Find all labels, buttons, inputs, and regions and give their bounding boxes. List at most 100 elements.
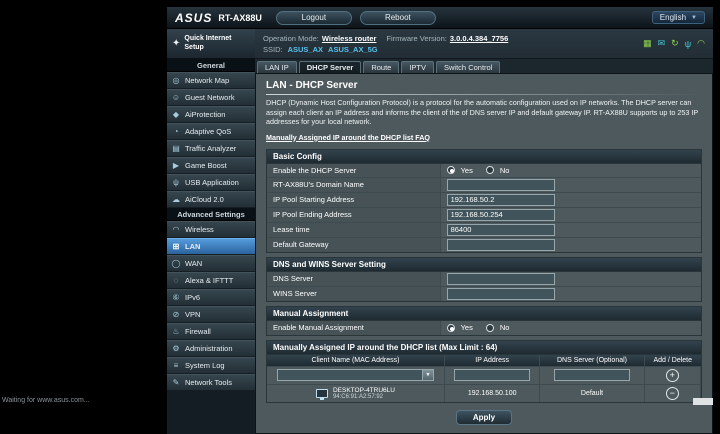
network-map-icon: ◎ — [172, 76, 180, 85]
client-name-input[interactable] — [277, 369, 422, 381]
sidebar-item-adaptive-qos[interactable]: ◔ Adaptive QoS — [167, 123, 255, 140]
language-select[interactable]: English ▼ — [651, 11, 705, 24]
assigned-ip-table: Manually Assigned IP around the DHCP lis… — [266, 339, 702, 403]
sidebar-item-label: AiProtection — [185, 110, 226, 119]
lease-time-input[interactable] — [446, 223, 555, 236]
app-icon[interactable]: ▦ — [643, 38, 652, 49]
apply-button[interactable]: Apply — [455, 409, 513, 425]
sidebar-item-alexa-ifttt[interactable]: ◌ Alexa & IFTTT — [167, 272, 255, 289]
pool-start-input[interactable] — [446, 193, 555, 206]
usb-icon[interactable]: ψ — [685, 39, 691, 49]
form-row-lease-time: Lease time — [267, 222, 701, 238]
sidebar-item-guest-network[interactable]: ☺ Guest Network — [167, 89, 255, 106]
pool-end-input[interactable] — [446, 208, 555, 221]
faq-link[interactable]: Manually Assigned IP around the DHCP lis… — [266, 133, 430, 142]
sidebar-item-wireless[interactable]: ◠ Wireless — [167, 221, 255, 238]
title-divider — [266, 94, 702, 95]
assign-ip-input[interactable] — [454, 369, 531, 381]
client-ip: 192.168.50.100 — [445, 384, 541, 402]
reboot-button[interactable]: Reboot — [359, 10, 436, 25]
sidebar-item-lan[interactable]: ⊞ LAN — [167, 238, 255, 255]
quick-setup-label: Quick Internet Setup — [184, 35, 232, 51]
sidebar-item-label: Game Boost — [185, 161, 227, 170]
sidebar-item-label: LAN — [185, 242, 201, 251]
info-bar: Operation Mode: Wireless router Firmware… — [255, 29, 713, 59]
content-panel: LAN - DHCP Server DHCP (Dynamic Host Con… — [255, 73, 713, 434]
system-log-icon: ≡ — [173, 361, 179, 370]
client-dropdown-button[interactable]: ▼ — [421, 369, 434, 381]
domain-name-label: RT-AX88U's Domain Name — [267, 177, 441, 192]
operation-mode-link[interactable]: Wireless router — [322, 34, 377, 43]
assign-dns-input[interactable] — [553, 369, 630, 381]
page-description: DHCP (Dynamic Host Configuration Protoco… — [266, 98, 699, 126]
add-row-button[interactable]: + — [665, 368, 679, 382]
enable-dhcp-no-label[interactable]: No — [500, 166, 510, 175]
firmware-version-link[interactable]: 3.0.0.4.384_7756 — [450, 34, 508, 43]
language-label: English — [659, 13, 687, 22]
ssid-label: SSID: — [263, 44, 283, 54]
sidebar-item-network-tools[interactable]: ✎ Network Tools — [167, 374, 255, 391]
sidebar-item-administration[interactable]: ⚙ Administration — [167, 340, 255, 357]
aicloud-icon: ☁ — [172, 195, 180, 204]
sidebar-item-quick-internet-setup[interactable]: ✦ Quick Internet Setup — [167, 29, 255, 59]
sidebar-item-network-map[interactable]: ◎ Network Map — [167, 72, 255, 89]
administration-icon: ⚙ — [172, 344, 180, 353]
client-device-icon — [315, 388, 328, 400]
sidebar-item-ipv6[interactable]: ⑥ IPv6 — [167, 289, 255, 306]
enable-manual-no-radio[interactable] — [485, 323, 494, 332]
wins-server-input[interactable] — [446, 287, 555, 300]
ipv6-icon: ⑥ — [172, 293, 180, 302]
enable-manual-yes-label[interactable]: Yes — [461, 323, 473, 332]
mail-icon[interactable]: ✉ — [658, 38, 666, 49]
dns-server-input[interactable] — [446, 272, 555, 285]
sidebar-item-label: IPv6 — [185, 293, 201, 302]
enable-dhcp-no-radio[interactable] — [485, 166, 494, 174]
sidebar-item-wan[interactable]: ◯ WAN — [167, 255, 255, 272]
default-gateway-input[interactable] — [446, 238, 555, 251]
sidebar-item-firewall[interactable]: ♨ Firewall — [167, 323, 255, 340]
sidebar-item-aiprotection[interactable]: ◆ AiProtection — [167, 106, 255, 123]
sidebar-item-label: Wireless — [185, 225, 214, 234]
tab-switch-control[interactable]: Switch Control — [436, 61, 501, 73]
page-title: LAN - DHCP Server — [266, 80, 358, 91]
alexa-ifttt-icon: ◌ — [173, 276, 179, 285]
enable-manual-no-label[interactable]: No — [500, 323, 510, 332]
sidebar-item-system-log[interactable]: ≡ System Log — [167, 357, 255, 374]
wifi-icon[interactable]: ◠ — [697, 38, 705, 49]
refresh-icon[interactable]: ↻ — [671, 38, 679, 49]
basic-config-section: Basic Config Enable the DHCP Server Yes … — [266, 148, 702, 253]
ssid-2g-link[interactable]: ASUS_AX — [288, 45, 323, 54]
asus-logo[interactable]: ASUS — [175, 11, 212, 25]
tab-dhcp-server[interactable]: DHCP Server — [298, 61, 362, 73]
sidebar-item-aicloud[interactable]: ☁ AiCloud 2.0 — [167, 191, 255, 208]
logout-button[interactable]: Logout — [275, 10, 352, 25]
firewall-icon: ♨ — [172, 327, 180, 336]
ssid-5g-link[interactable]: ASUS_AX_5G — [328, 45, 378, 54]
enable-dhcp-yes-label[interactable]: Yes — [461, 166, 473, 175]
delete-row-button[interactable]: − — [665, 386, 679, 400]
form-row-pool-end: IP Pool Ending Address — [267, 207, 701, 223]
client-name: DESKTOP-4TRU6LU — [332, 386, 395, 394]
pool-end-label: IP Pool Ending Address — [267, 207, 441, 222]
enable-manual-yes-radio[interactable] — [446, 323, 455, 332]
tab-lan-ip[interactable]: LAN IP — [257, 61, 297, 73]
domain-name-input[interactable] — [446, 178, 555, 191]
tab-iptv[interactable]: IPTV — [401, 61, 435, 73]
sidebar-item-game-boost[interactable]: ▶ Game Boost — [167, 157, 255, 174]
adaptive-qos-icon: ◔ — [173, 127, 179, 136]
enable-dhcp-yes-radio[interactable] — [446, 166, 455, 174]
browser-resize-corner — [693, 398, 713, 405]
sidebar-item-usb-application[interactable]: ψ USB Application — [167, 174, 255, 191]
model-name: RT-AX88U — [218, 12, 262, 23]
main-area: Operation Mode: Wireless router Firmware… — [255, 29, 713, 434]
assigned-ip-header-row: Client Name (MAC Address) IP Address DNS… — [267, 354, 701, 367]
col-header-add-delete: Add / Delete — [653, 356, 693, 364]
sidebar-item-label: Firewall — [185, 327, 211, 336]
sidebar-item-vpn[interactable]: ⊘ VPN — [167, 306, 255, 323]
operation-mode-label: Operation Mode: — [263, 33, 319, 43]
guest-network-icon: ☺ — [171, 93, 181, 102]
sidebar-item-label: Network Tools — [185, 378, 232, 387]
tab-route[interactable]: Route — [363, 61, 400, 73]
sidebar-item-traffic-analyzer[interactable]: ▤ Traffic Analyzer — [167, 140, 255, 157]
form-row-domain-name: RT-AX88U's Domain Name — [267, 177, 701, 193]
